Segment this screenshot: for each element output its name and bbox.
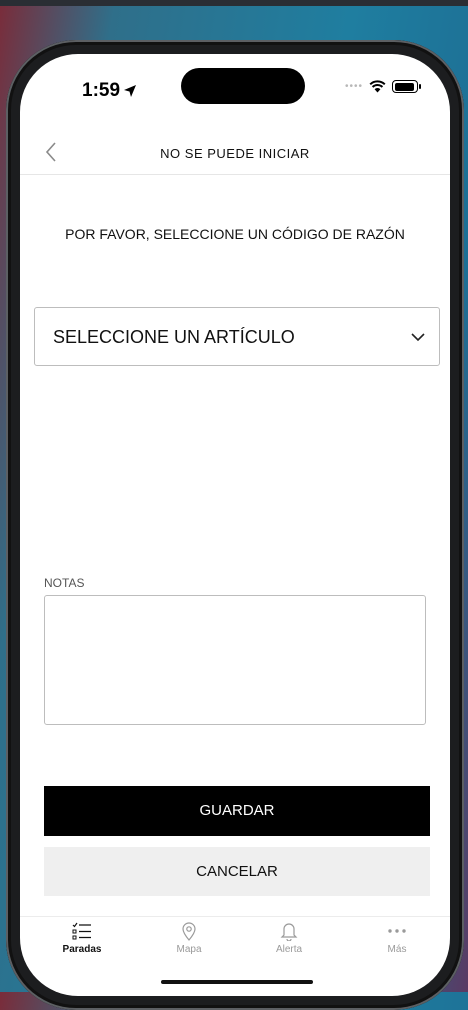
more-icon — [388, 929, 406, 933]
battery-icon — [392, 80, 421, 93]
home-indicator[interactable] — [161, 980, 313, 984]
reason-code-select[interactable]: SELECCIONE UN ARTÍCULO — [34, 307, 440, 366]
tab-alerta[interactable]: Alerta — [249, 921, 329, 955]
wifi-icon — [369, 80, 386, 93]
page-title: NO SE PUEDE INICIAR — [160, 146, 310, 161]
tab-bar: Paradas Mapa Alerta Más — [20, 916, 450, 996]
notes-textarea[interactable] — [44, 595, 426, 725]
reason-prompt: POR FAVOR, SELECCIONE UN CÓDIGO DE RAZÓN — [65, 226, 405, 242]
tab-label: Paradas — [62, 944, 102, 955]
tab-label: Más — [387, 944, 407, 955]
cancel-button[interactable]: CANCELAR — [44, 847, 430, 896]
dynamic-island — [181, 68, 305, 104]
location-arrow-icon — [124, 85, 137, 97]
notes-label: NOTAS — [44, 576, 85, 590]
tab-label: Mapa — [176, 944, 202, 955]
checklist-icon — [72, 922, 91, 940]
phone-frame: 1:59 •••• NO SE PUEDE INICIAR POR FAVOR,… — [6, 40, 464, 1010]
status-time-text: 1:59 — [82, 80, 121, 101]
save-button[interactable]: GUARDAR — [44, 786, 430, 836]
status-time: 1:59 — [82, 80, 137, 102]
bell-icon — [280, 923, 298, 941]
signal-dots-icon: •••• — [344, 81, 363, 92]
map-pin-icon — [182, 922, 196, 941]
desktop-top-bar — [0, 0, 468, 6]
navigation-bar: NO SE PUEDE INICIAR — [20, 134, 450, 175]
chevron-down-icon — [411, 333, 425, 342]
app-screen: 1:59 •••• NO SE PUEDE INICIAR POR FAVOR,… — [20, 54, 450, 996]
reason-code-selected: SELECCIONE UN ARTÍCULO — [53, 327, 295, 347]
tab-mapa[interactable]: Mapa — [149, 921, 229, 955]
tab-label: Alerta — [275, 944, 303, 955]
status-indicators: •••• — [344, 80, 421, 93]
tab-paradas[interactable]: Paradas — [42, 921, 122, 955]
tab-mas[interactable]: Más — [357, 921, 437, 955]
